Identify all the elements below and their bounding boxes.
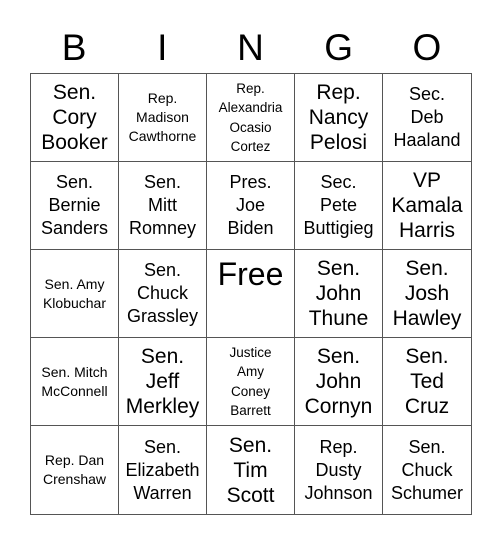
cell-label: Rep. Dan Crenshaw (42, 452, 107, 487)
cell-label: Sen. Tim Scott (226, 433, 275, 507)
cell-label: Sen. Mitt Romney (128, 172, 197, 238)
bingo-cell[interactable]: VP Kamala Harris (383, 162, 471, 250)
bingo-grid: Sen. Cory Booker Rep. Madison Cawthorne Re… (30, 73, 472, 515)
header-letter-i: I (157, 27, 168, 68)
bingo-cell[interactable]: Rep. Madison Cawthorne (119, 74, 207, 162)
cell-label: Sen. John Cornyn (304, 345, 373, 418)
cell-label: Sen. Amy Klobuchar (42, 275, 107, 311)
cell-label: Rep. Nancy Pelosi (308, 81, 369, 154)
bingo-cell[interactable]: Sec. Deb Haaland (383, 74, 471, 162)
bingo-header: B I N G O (30, 24, 471, 72)
bingo-cell[interactable]: Sen. Tim Scott (207, 426, 295, 514)
cell-label: Rep. Alexandria Ocasio Cortez (218, 80, 283, 155)
bingo-cell[interactable]: Sen. Ted Cruz (383, 338, 471, 426)
cell-label: Sen. Mitch McConnell (41, 363, 108, 399)
header-letter-o: O (412, 27, 442, 68)
bingo-cell[interactable]: Rep. Nancy Pelosi (295, 74, 383, 162)
cell-label: Sen. Cory Booker (41, 81, 108, 154)
free-space-cell[interactable]: Free (207, 250, 295, 338)
cell-label: Rep. Madison Cawthorne (128, 90, 197, 144)
cell-label: Sen. Josh Hawley (392, 257, 462, 330)
bingo-cell[interactable]: Sen. Bernie Sanders (31, 162, 119, 250)
cell-label: Justice Amy Coney Barrett (229, 344, 272, 419)
bingo-cell[interactable]: Sen. Amy Klobuchar (31, 250, 119, 338)
bingo-cell[interactable]: Rep. Dan Crenshaw (31, 426, 119, 514)
cell-label: Free (217, 256, 284, 292)
bingo-cell[interactable]: Sec. Pete Buttigieg (295, 162, 383, 250)
bingo-cell[interactable]: Sen. Chuck Schumer (383, 426, 471, 514)
cell-label: Pres. Joe Biden (227, 172, 274, 238)
bingo-cell[interactable]: Sen. John Thune (295, 250, 383, 338)
cell-label: Sen. Bernie Sanders (40, 172, 109, 238)
bingo-cell[interactable]: Sen. Chuck Grassley (119, 250, 207, 338)
header-letter-b: B (61, 27, 87, 68)
cell-label: Sen. Elizabeth Warren (125, 436, 200, 503)
cell-label: Sen. Jeff Merkley (125, 345, 200, 418)
cell-label: Sen. Chuck Schumer (390, 436, 464, 503)
bingo-cell[interactable]: Sen. Jeff Merkley (119, 338, 207, 426)
bingo-cell[interactable]: Sen. Elizabeth Warren (119, 426, 207, 514)
bingo-cell[interactable]: Sen. John Cornyn (295, 338, 383, 426)
header-letter-n: N (237, 27, 264, 68)
bingo-cell[interactable]: Sen. Mitch McConnell (31, 338, 119, 426)
bingo-cell[interactable]: Rep. Alexandria Ocasio Cortez (207, 74, 295, 162)
cell-label: Sen. Chuck Grassley (126, 260, 198, 326)
bingo-cell[interactable]: Rep. Dusty Johnson (295, 426, 383, 514)
cell-label: Rep. Dusty Johnson (304, 436, 373, 503)
bingo-cell[interactable]: Justice Amy Coney Barrett (207, 338, 295, 426)
cell-label: VP Kamala Harris (391, 169, 463, 242)
bingo-cell[interactable]: Sen. Cory Booker (31, 74, 119, 162)
bingo-cell[interactable]: Pres. Joe Biden (207, 162, 295, 250)
cell-label: Sec. Pete Buttigieg (303, 172, 374, 238)
bingo-cell[interactable]: Sen. Mitt Romney (119, 162, 207, 250)
cell-label: Sec. Deb Haaland (393, 84, 461, 150)
cell-label: Sen. Ted Cruz (404, 345, 450, 418)
header-letter-g: G (324, 27, 354, 68)
bingo-cell[interactable]: Sen. Josh Hawley (383, 250, 471, 338)
cell-label: Sen. John Thune (308, 257, 369, 330)
